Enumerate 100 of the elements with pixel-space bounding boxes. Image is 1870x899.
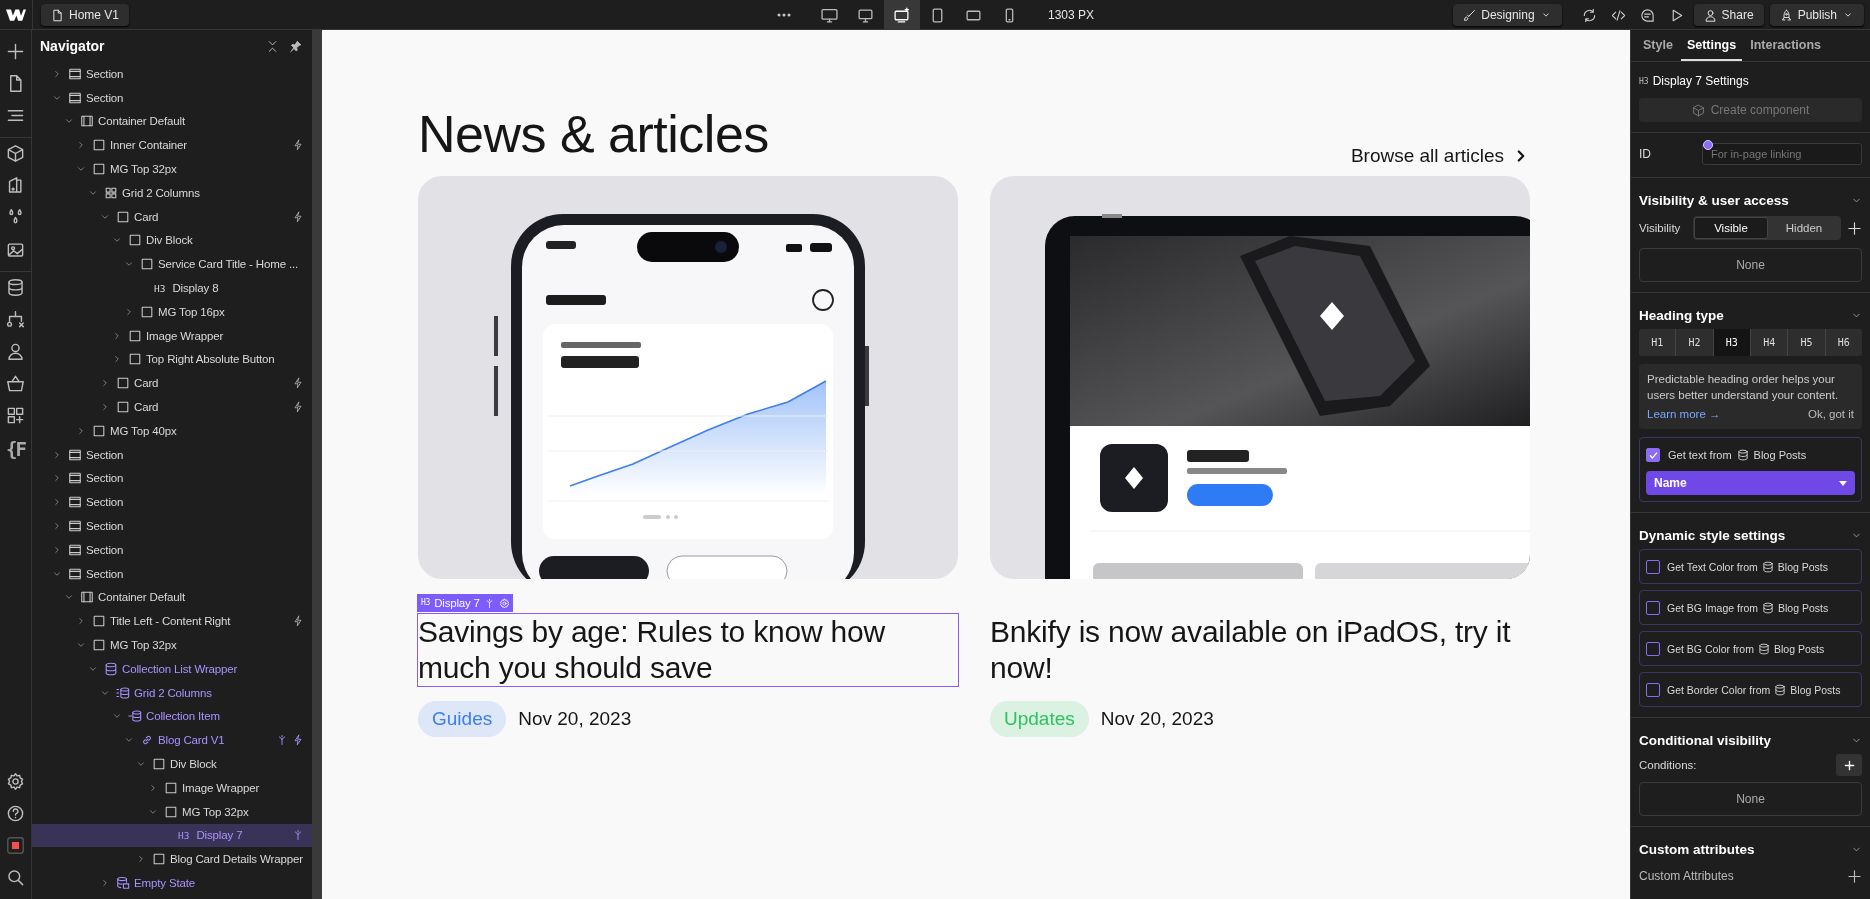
sync-icon[interactable] [1581,7,1597,23]
page-switcher[interactable]: Home V1 [41,4,130,26]
chevron-right-icon[interactable] [52,521,62,532]
droplets-icon[interactable] [6,208,25,227]
selection-label[interactable]: H3 Display 7 [417,594,513,612]
navigator-item[interactable]: Blog Card Details Wrapper [32,847,312,872]
add-icon[interactable] [1847,220,1862,236]
pin-icon[interactable] [289,39,302,53]
apps-icon[interactable] [6,406,25,425]
chevron-right-icon[interactable] [112,354,122,365]
checkbox[interactable] [1646,448,1660,462]
navigator-item[interactable]: H3 Display 7 [32,823,312,848]
navigator-item[interactable]: Card [32,395,312,419]
image-icon[interactable] [6,240,25,259]
navigator-item[interactable]: Image Wrapper [32,775,312,800]
add-icon[interactable] [6,42,25,61]
navigator-item[interactable]: MG Top 32px [32,157,312,181]
navigator-item[interactable]: Collection Item [32,704,312,729]
navigator-item[interactable]: Grid 2 Columns [32,181,312,205]
mode-dropdown[interactable]: Designing [1453,4,1562,26]
add-icon[interactable] [1847,868,1862,884]
heading-level-button[interactable]: H2 [1676,329,1714,356]
panel-tab[interactable]: Style [1637,30,1679,61]
user-icon[interactable] [6,342,25,361]
chevron-right-icon[interactable] [52,497,62,508]
navigator-item[interactable]: MG Top 32px [32,799,312,824]
navigator-item[interactable]: Section [32,62,312,86]
cube-icon[interactable] [6,144,25,163]
style-guide-icon[interactable] [6,176,25,195]
heading-level-button[interactable]: H6 [1825,329,1862,356]
chevron-right-icon[interactable] [52,68,62,79]
navigator-item[interactable]: Container Default [32,585,312,610]
navigator-item[interactable]: Div Block [32,752,312,776]
learn-more-link[interactable]: Learn more → [1647,406,1721,422]
chevron-right-icon[interactable] [52,473,62,484]
breakpoint-button[interactable] [883,0,920,30]
flow-icon[interactable] [6,310,25,329]
navigator-item[interactable]: Image Wrapper [32,323,312,348]
navigator-item[interactable]: Grid 2 Columns [32,680,312,705]
navigator-item[interactable]: Title Left - Content Right [32,609,312,634]
segment-button[interactable]: Hidden [1768,217,1840,239]
navigator-item[interactable]: Top Right Absolute Button [32,347,312,372]
chevron-right-icon[interactable] [76,425,86,436]
chevron-right-icon[interactable] [124,306,134,317]
chevron-right-icon[interactable] [148,782,158,793]
chevron-right-icon[interactable] [76,616,86,627]
dismiss-link[interactable]: Ok, got it [1807,406,1854,422]
panel-tab[interactable]: Settings [1680,30,1743,61]
share-button[interactable]: Share [1693,4,1764,26]
navigator-item[interactable]: Blog Card V1 [32,728,312,753]
chevron-right-icon[interactable] [100,378,110,389]
field-dropdown[interactable]: Name [1646,471,1855,495]
navigator-item[interactable]: Section [32,514,312,538]
chevron-right-icon[interactable] [100,878,110,888]
chevron-right-icon[interactable] [112,330,122,341]
code-icon[interactable] [1610,7,1626,23]
navigator-item[interactable]: Card [32,371,312,396]
navigator-item[interactable]: Section [32,537,312,562]
publish-button[interactable]: Publish [1769,4,1864,26]
comment-icon[interactable] [1639,7,1655,23]
basket-icon[interactable] [6,374,25,393]
checkbox[interactable] [1646,559,1660,574]
navigator-item[interactable]: Div Block [32,228,312,253]
app-extension-label[interactable]: {F [6,438,25,460]
heading-level-button[interactable]: H1 [1639,329,1677,356]
scrollbar[interactable] [312,30,322,899]
checkbox[interactable] [1646,641,1660,656]
navigator-item[interactable]: H3 Display 8 [32,276,312,300]
database-icon[interactable] [6,278,25,297]
heading-level-button[interactable]: H3 [1713,329,1751,356]
navigator-item[interactable]: Empty State [32,871,312,895]
navigator-item[interactable]: Container Default [32,109,312,134]
navigator-item[interactable]: MG Top 16px [32,299,312,324]
navigator-item[interactable]: Section [32,442,312,467]
chevron-right-icon[interactable] [136,854,146,865]
navigator-item[interactable]: Section [32,85,312,110]
chevron-down-icon[interactable] [76,640,86,650]
chevron-right-icon[interactable] [52,544,62,555]
chevron-right-icon[interactable] [52,449,62,460]
chevron-down-icon[interactable] [136,759,146,769]
navigator-item[interactable]: Section [32,561,312,586]
chevron-right-icon[interactable] [100,402,110,413]
id-input[interactable]: For in-page linking [1702,143,1862,165]
panel-tab[interactable]: Interactions [1744,30,1828,61]
navigator-item[interactable]: Service Card Title - Home ... [32,252,312,277]
navigator-item[interactable]: MG Top 32px [32,633,312,657]
navigator-item[interactable]: Inner Container [32,133,312,158]
checkbox[interactable] [1646,600,1660,615]
add-condition-button[interactable] [1836,754,1862,776]
navigator-item[interactable]: Collection List Wrapper [32,656,312,681]
navigator-item[interactable]: Section [32,490,312,515]
segment-button[interactable]: Visible [1694,217,1768,239]
collapse-icon[interactable] [266,39,279,53]
navigator-item[interactable]: MG Top 40px [32,418,312,443]
checkbox[interactable] [1646,682,1660,697]
heading-level-button[interactable]: H4 [1751,329,1789,356]
heading-level-button[interactable]: H5 [1788,329,1826,356]
navigator-item[interactable]: Section [32,466,312,491]
navigator-item[interactable]: Card [32,204,312,229]
browse-link[interactable]: Browse all articles [1350,145,1530,167]
